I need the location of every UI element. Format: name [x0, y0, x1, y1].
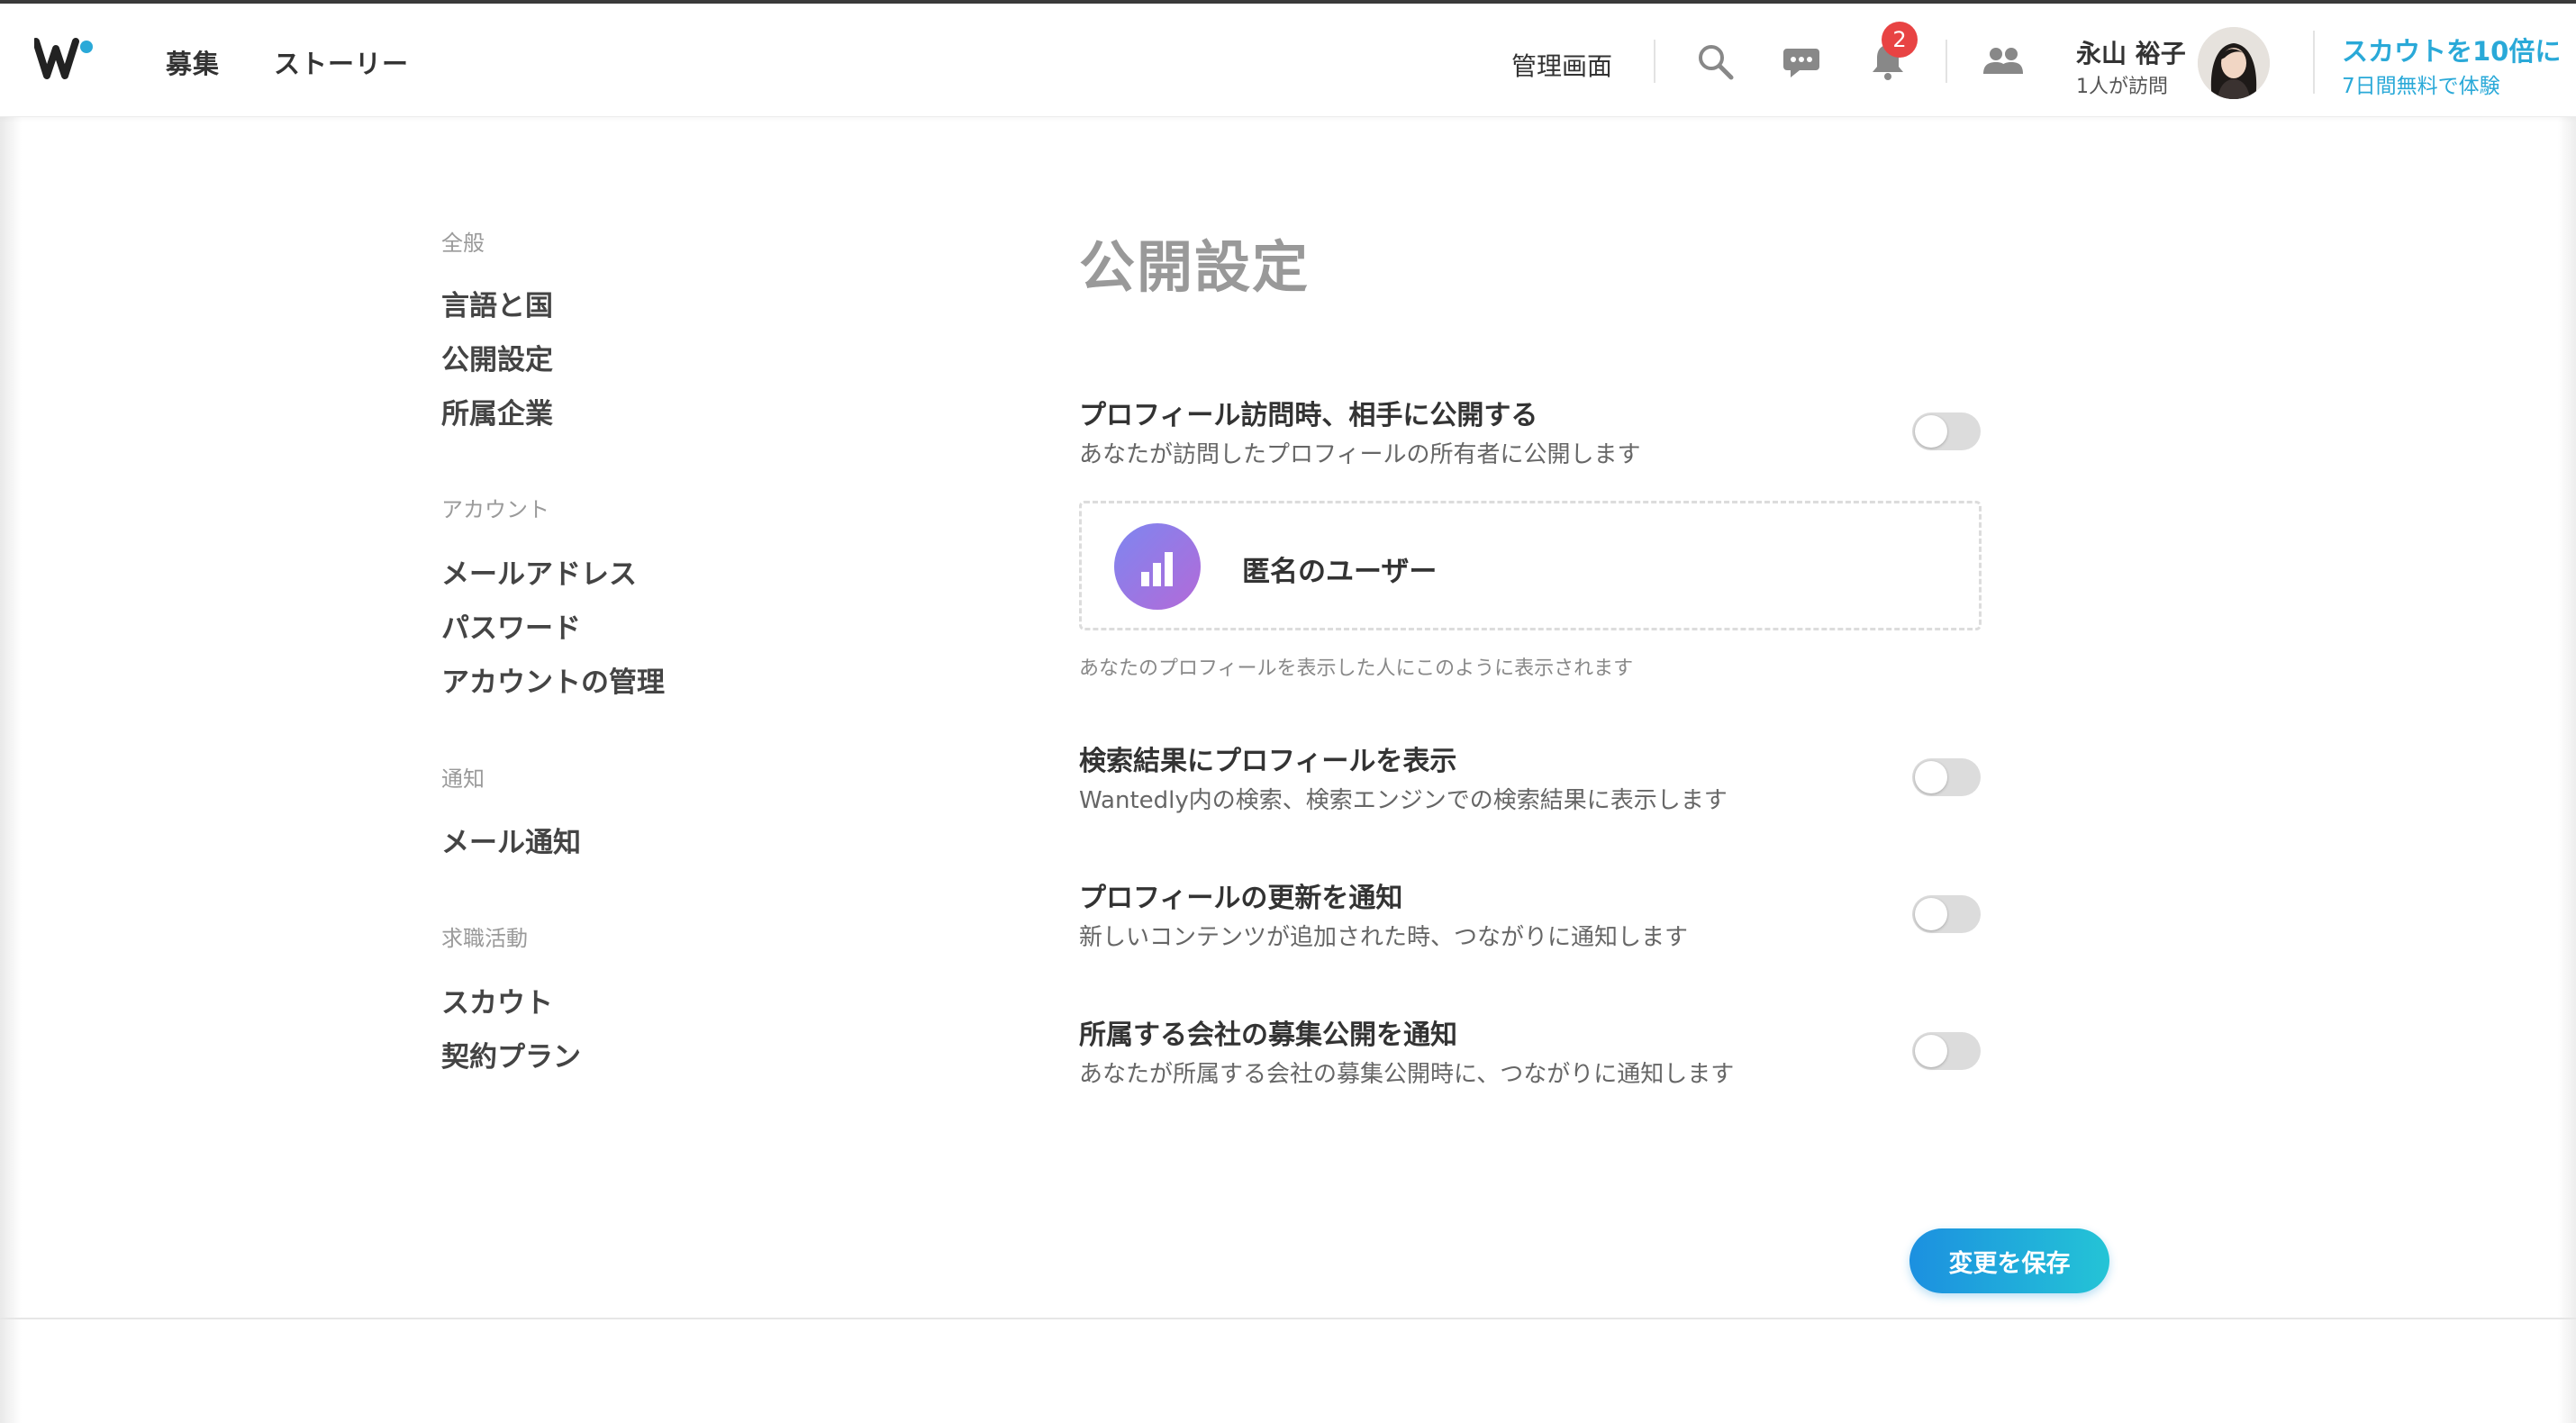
preview-note: あなたのプロフィールを表示した人にこのように表示されます [1079, 657, 1634, 680]
sidebar-heading-account: アカウント [441, 497, 549, 522]
sidebar-item-email[interactable]: メールアドレス [441, 551, 637, 592]
setting-title-search-visibility: 検索結果にプロフィールを表示 [1079, 746, 1457, 777]
page-title: 公開設定 [1079, 234, 1311, 300]
save-button[interactable]: 変更を保存 [1909, 1228, 2109, 1293]
setting-title-visit-disclosure: プロフィール訪問時、相手に公開する [1079, 400, 1538, 431]
header-divider [2313, 31, 2315, 94]
chat-icon[interactable] [1776, 36, 1827, 86]
avatar[interactable] [2198, 27, 2270, 99]
sidebar-item-account-management[interactable]: アカウントの管理 [441, 659, 665, 700]
setting-desc-search-visibility: Wantedly内の検索、検索エンジンでの検索結果に表示します [1079, 787, 1728, 814]
people-icon[interactable] [1978, 36, 2028, 86]
toggle-knob [1915, 761, 1947, 793]
notification-badge: 2 [1882, 22, 1918, 58]
header-divider [1654, 40, 1655, 83]
sidebar-item-password[interactable]: パスワード [441, 605, 581, 646]
sidebar-item-scout[interactable]: スカウト [441, 980, 553, 1020]
sidebar-item-email-notifications[interactable]: メール通知 [441, 820, 581, 860]
scout-promo-title[interactable]: スカウトを10倍に [2342, 31, 2561, 68]
sidebar-item-company[interactable]: 所属企業 [441, 391, 553, 431]
anonymous-user-icon [1114, 523, 1201, 610]
sidebar-item-plan[interactable]: 契約プラン [441, 1034, 581, 1074]
nav-stories[interactable]: ストーリー [274, 43, 409, 81]
toggle-profile-update[interactable] [1912, 895, 1981, 933]
sidebar-item-language[interactable]: 言語と国 [441, 283, 553, 323]
sidebar-heading-job-hunting: 求職活動 [441, 926, 528, 951]
toggle-knob [1915, 415, 1947, 448]
sidebar-item-privacy[interactable]: 公開設定 [441, 337, 553, 377]
admin-link[interactable]: 管理画面 [1511, 47, 1612, 83]
toggle-knob [1915, 1035, 1947, 1067]
setting-title-company-jobs: 所属する会社の募集公開を通知 [1079, 1020, 1457, 1051]
anonymous-user-name: 匿名のユーザー [1242, 556, 1438, 588]
toggle-search-visibility[interactable] [1912, 758, 1981, 796]
setting-desc-profile-update: 新しいコンテンツが追加された時、つながりに通知します [1079, 924, 1689, 951]
right-shadow [2558, 117, 2576, 1423]
user-name[interactable]: 永山 裕子 [2076, 34, 2186, 70]
sidebar-heading-notifications: 通知 [441, 766, 485, 792]
toggle-company-jobs[interactable] [1912, 1032, 1981, 1070]
left-shadow [0, 117, 22, 1423]
setting-title-profile-update: プロフィールの更新を通知 [1079, 883, 1403, 914]
footer-divider [0, 1318, 2576, 1319]
header-divider [1946, 40, 1947, 83]
nav-jobs[interactable]: 募集 [166, 43, 220, 81]
setting-desc-visit-disclosure: あなたが訪問したプロフィールの所有者に公開します [1079, 441, 1641, 468]
scout-promo-subtitle[interactable]: 7日間無料で体験 [2342, 68, 2500, 99]
sidebar-heading-general: 全般 [441, 231, 485, 256]
toggle-knob [1915, 898, 1947, 930]
setting-desc-company-jobs: あなたが所属する会社の募集公開時に、つながりに通知します [1079, 1061, 1735, 1088]
anonymous-preview-card: 匿名のユーザー [1079, 501, 1982, 630]
search-icon[interactable] [1690, 36, 1740, 86]
profile-visits[interactable]: 1人が訪問 [2076, 70, 2168, 99]
wantedly-logo[interactable] [32, 36, 97, 86]
toggle-visit-disclosure[interactable] [1912, 412, 1981, 450]
top-header: 募集 ストーリー 管理画面 2 永山 裕子 1人が訪問 スカウトを10倍に 7日… [0, 4, 2576, 117]
